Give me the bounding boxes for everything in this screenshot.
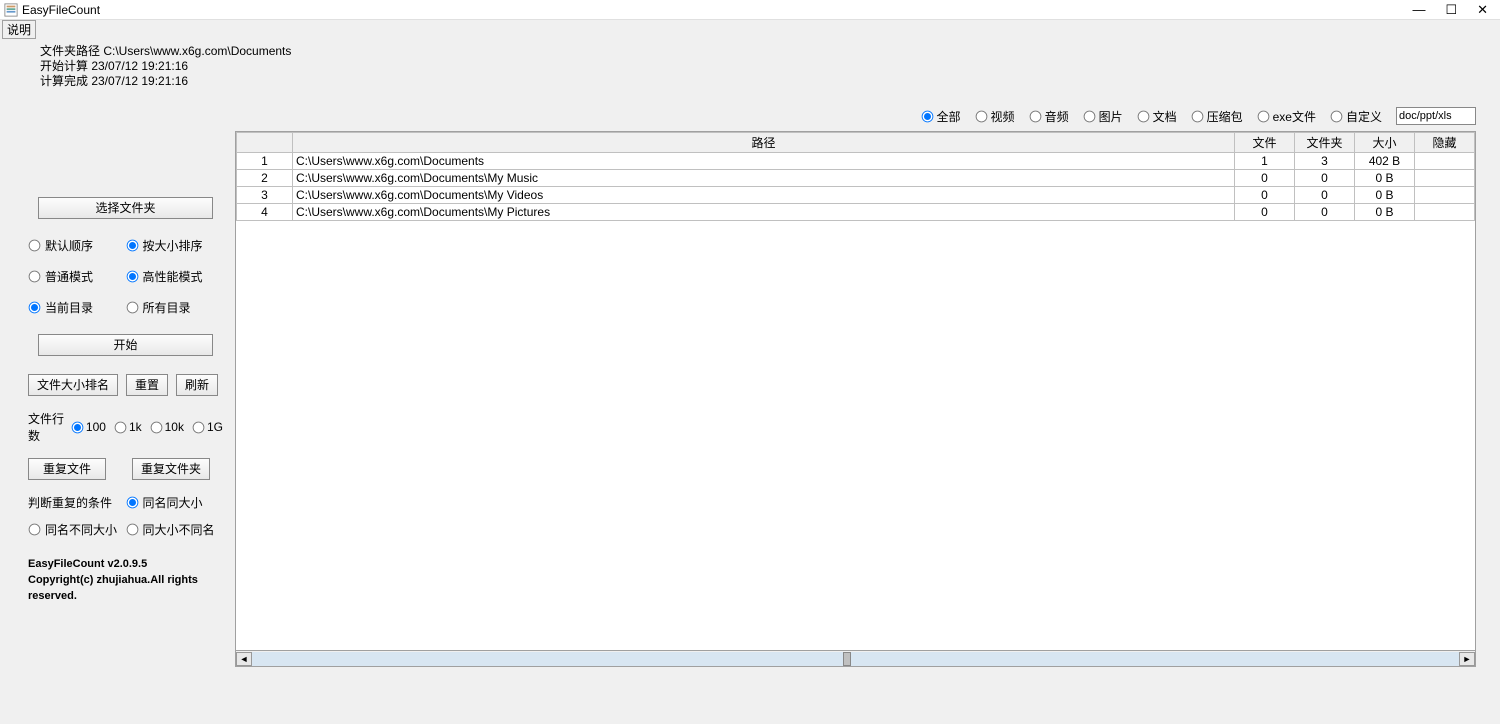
cell-file: 0 [1235,170,1295,187]
cell-size: 0 B [1355,187,1415,204]
close-button[interactable]: ✕ [1477,2,1488,18]
version-text: EasyFileCount v2.0.9.5 [28,556,223,572]
cell-folder: 0 [1295,204,1355,221]
refresh-button[interactable]: 刷新 [176,374,218,396]
filter-custom-input[interactable] [1396,107,1476,125]
rows-10k[interactable]: 10k [150,420,184,434]
mode-high[interactable]: 高性能模式 [126,268,224,285]
cond-name-diff[interactable]: 同名不同大小 [28,521,126,538]
cond-label: 判断重复的条件 [28,494,126,511]
cell-folder: 0 [1295,170,1355,187]
h-scrollbar[interactable]: ◄ ► [235,651,1476,667]
filter-image[interactable]: 图片 [1083,108,1123,125]
cell-size: 0 B [1355,170,1415,187]
rows-1g[interactable]: 1G [192,420,223,434]
cell-path: C:\Users\www.x6g.com\Documents\My Music [293,170,1235,187]
filter-custom[interactable]: 自定义 [1330,108,1382,125]
col-file[interactable]: 文件 [1235,133,1295,153]
reset-button[interactable]: 重置 [126,374,168,396]
titlebar: EasyFileCount — ☐ ✕ [0,0,1500,20]
cell-idx: 2 [237,170,293,187]
scope-current[interactable]: 当前目录 [28,299,126,316]
col-path[interactable]: 路径 [293,133,1235,153]
result-table: 路径 文件 文件夹 大小 隐藏 1C:\Users\www.x6g.com\Do… [235,131,1476,651]
cell-idx: 1 [237,153,293,170]
table-row[interactable]: 1C:\Users\www.x6g.com\Documents13402 B [237,153,1475,170]
filter-video[interactable]: 视频 [975,108,1015,125]
table-header-row: 路径 文件 文件夹 大小 隐藏 [237,133,1475,153]
cell-path: C:\Users\www.x6g.com\Documents\My Videos [293,187,1235,204]
cell-hidden [1415,187,1475,204]
cond-same[interactable]: 同名同大小 [126,494,224,511]
cell-file: 0 [1235,204,1295,221]
mode-normal[interactable]: 普通模式 [28,268,126,285]
scroll-right-icon[interactable]: ► [1459,652,1475,666]
cell-size: 0 B [1355,204,1415,221]
info-block: 文件夹路径 C:\Users\www.x6g.com\Documents 开始计… [0,38,1500,89]
cell-folder: 3 [1295,153,1355,170]
rows-100[interactable]: 100 [71,420,106,434]
info-start: 开始计算 23/07/12 19:21:16 [40,59,1500,74]
sort-size-button[interactable]: 文件大小排名 [28,374,118,396]
col-idx[interactable] [237,133,293,153]
cell-hidden [1415,204,1475,221]
menubar: 说明 [0,20,1500,38]
dup-folder-button[interactable]: 重复文件夹 [132,458,210,480]
cell-idx: 3 [237,187,293,204]
scroll-left-icon[interactable]: ◄ [236,652,252,666]
select-folder-button[interactable]: 选择文件夹 [38,197,213,219]
table-row[interactable]: 4C:\Users\www.x6g.com\Documents\My Pictu… [237,204,1475,221]
col-folder[interactable]: 文件夹 [1295,133,1355,153]
cell-size: 402 B [1355,153,1415,170]
info-done: 计算完成 23/07/12 19:21:16 [40,74,1500,89]
info-path: 文件夹路径 C:\Users\www.x6g.com\Documents [40,44,1500,59]
cell-file: 0 [1235,187,1295,204]
cell-path: C:\Users\www.x6g.com\Documents [293,153,1235,170]
filter-all[interactable]: 全部 [921,108,961,125]
window-title: EasyFileCount [22,3,100,17]
copyright-text: Copyright(c) zhujiahua.All rights reserv… [28,572,223,604]
sort-default[interactable]: 默认顺序 [28,237,126,254]
sidebar: 选择文件夹 默认顺序 按大小排序 普通模式 高性能模式 当前目录 所有目录 开始… [0,131,235,667]
filter-audio[interactable]: 音频 [1029,108,1069,125]
cell-file: 1 [1235,153,1295,170]
maximize-button[interactable]: ☐ [1445,2,1457,18]
start-button[interactable]: 开始 [38,334,213,356]
filter-exe[interactable]: exe文件 [1257,108,1316,125]
filter-bar: 全部 视频 音频 图片 文档 压缩包 exe文件 自定义 [0,103,1500,131]
filter-doc[interactable]: 文档 [1137,108,1177,125]
dup-file-button[interactable]: 重复文件 [28,458,106,480]
cell-path: C:\Users\www.x6g.com\Documents\My Pictur… [293,204,1235,221]
cell-folder: 0 [1295,187,1355,204]
sort-size[interactable]: 按大小排序 [126,237,224,254]
rows-label: 文件行数 [28,410,65,444]
cond-size-diff[interactable]: 同大小不同名 [126,521,224,538]
cell-idx: 4 [237,204,293,221]
app-icon [4,3,18,17]
cell-hidden [1415,170,1475,187]
col-size[interactable]: 大小 [1355,133,1415,153]
filter-archive[interactable]: 压缩包 [1191,108,1243,125]
minimize-button[interactable]: — [1412,2,1425,17]
col-hidden[interactable]: 隐藏 [1415,133,1475,153]
table-row[interactable]: 2C:\Users\www.x6g.com\Documents\My Music… [237,170,1475,187]
cell-hidden [1415,153,1475,170]
rows-1k[interactable]: 1k [114,420,142,434]
menu-desc[interactable]: 说明 [2,20,36,39]
scope-all[interactable]: 所有目录 [126,299,224,316]
table-row[interactable]: 3C:\Users\www.x6g.com\Documents\My Video… [237,187,1475,204]
